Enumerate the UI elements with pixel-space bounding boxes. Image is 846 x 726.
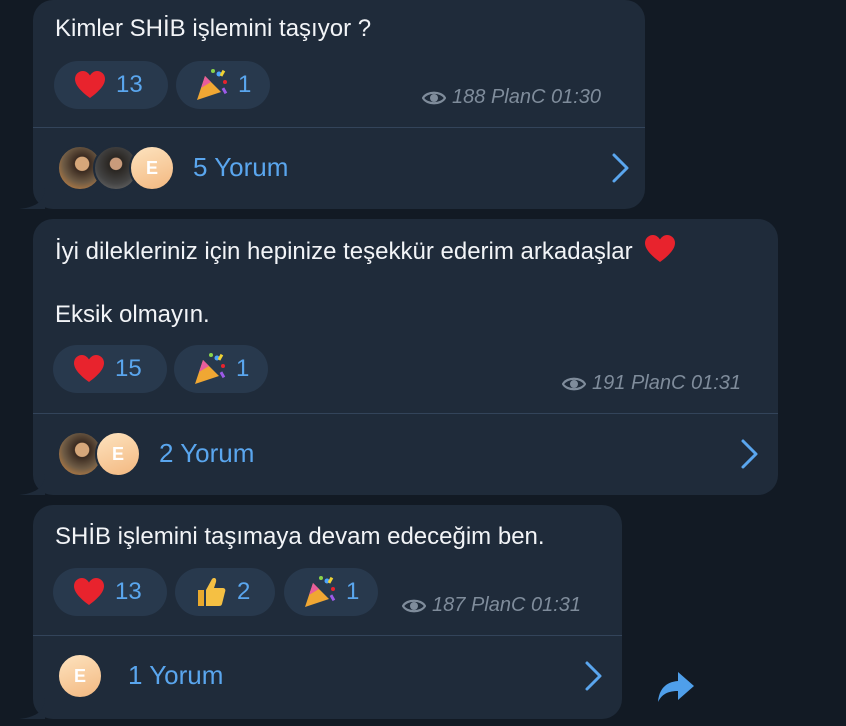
message-text: SHİB işlemini taşımaya devam edeceğim be… (55, 523, 545, 550)
reaction-thumbs-up[interactable]: 2 (175, 568, 275, 616)
author-name: PlanC (490, 86, 546, 108)
comments-count-label: 2 Yorum (159, 438, 255, 468)
chevron-right-icon (612, 153, 629, 183)
reaction-count: 1 (236, 355, 250, 382)
avatar: E (57, 653, 103, 699)
reaction-count: 1 (238, 71, 252, 98)
view-count: 191 (592, 372, 626, 394)
comments-count-label: 1 Yorum (128, 660, 224, 690)
eye-icon (402, 598, 426, 614)
view-count: 188 (452, 86, 486, 108)
share-icon[interactable] (656, 670, 696, 706)
message-meta: 191 PlanC 01:31 (562, 372, 741, 395)
avatar-initial: E (111, 443, 124, 464)
message-bubble[interactable]: SHİB işlemini taşımaya devam edeceğim be… (33, 505, 622, 719)
reaction-party[interactable]: 1 (174, 345, 268, 393)
message-text: Kimler SHİB işlemini taşıyor ? (55, 15, 372, 42)
heart-icon (71, 574, 107, 610)
party-popper-icon (192, 351, 228, 387)
reaction-party[interactable]: 1 (284, 568, 378, 616)
channel-feed: Kimler SHİB işlemini taşıyor ? 13 1 188 … (0, 0, 846, 726)
reaction-count: 13 (115, 578, 142, 605)
reaction-heart[interactable]: 13 (54, 61, 168, 109)
heart-icon (71, 351, 107, 387)
heart-icon (645, 235, 676, 272)
avatar: E (95, 431, 141, 477)
reaction-party[interactable]: 1 (176, 61, 270, 109)
avatar-initial: E (73, 665, 86, 686)
comments-button[interactable]: E 5 Yorum (33, 128, 645, 208)
thumbs-up-icon (193, 574, 229, 610)
chevron-right-icon (741, 439, 758, 469)
comments-button[interactable]: E 1 Yorum (33, 636, 622, 716)
timestamp: 01:31 (530, 594, 582, 616)
avatar: E (129, 145, 175, 191)
author-name: PlanC (470, 594, 526, 616)
timestamp: 01:31 (690, 372, 742, 394)
message-bubble[interactable]: Kimler SHİB işlemini taşıyor ? 13 1 188 … (33, 0, 645, 209)
party-popper-icon (194, 67, 230, 103)
message-meta: 188 PlanC 01:30 (422, 86, 601, 109)
message-text: Eksik olmayın. (55, 301, 210, 328)
message-text: İyi dilekleriniz için hepinize teşekkür … (55, 235, 676, 272)
message-line: İyi dilekleriniz için hepinize teşekkür … (55, 238, 633, 265)
reaction-count: 2 (237, 578, 251, 605)
eye-icon (422, 90, 446, 106)
comments-count-label: 5 Yorum (193, 152, 289, 182)
reaction-count: 13 (116, 71, 143, 98)
message-meta: 187 PlanC 01:31 (402, 594, 581, 617)
reaction-heart[interactable]: 13 (53, 568, 167, 616)
reaction-count: 15 (115, 355, 142, 382)
reaction-heart[interactable]: 15 (53, 345, 167, 393)
chevron-right-icon (585, 661, 602, 691)
heart-icon (72, 67, 108, 103)
author-name: PlanC (630, 372, 686, 394)
comments-button[interactable]: E 2 Yorum (33, 414, 778, 494)
reaction-count: 1 (346, 578, 360, 605)
avatar-initial: E (145, 157, 158, 178)
eye-icon (562, 376, 586, 392)
message-bubble[interactable]: İyi dilekleriniz için hepinize teşekkür … (33, 219, 778, 495)
party-popper-icon (302, 574, 338, 610)
view-count: 187 (432, 594, 466, 616)
timestamp: 01:30 (550, 86, 602, 108)
